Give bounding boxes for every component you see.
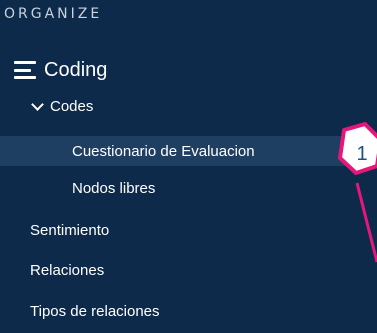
sidebar-item-cuestionario-de-evaluacion[interactable]: Cuestionario de Evaluacion [0,136,377,166]
sidebar-item-label: Relaciones [30,261,105,279]
sidebar-item-label: Nodos libres [72,179,156,197]
menu-lines-icon [14,61,36,79]
section-header: ORGANIZE [4,6,103,22]
sidebar-item-label: Cuestionario de Evaluacion [72,142,255,160]
sidebar-item-nodos-libres[interactable]: Nodos libres [0,173,377,203]
sidebar-item-label: Tipos de relaciones [30,302,160,320]
chevron-down-icon [31,97,44,111]
sidebar-item-label: Codes [50,97,94,115]
sidebar-item-label: Coding [44,58,108,81]
sidebar-item-relaciones[interactable]: Relaciones [0,255,377,285]
callout-number: 1 [356,142,368,165]
sidebar-item-label: Sentimiento [30,221,110,239]
sidebar-item-tipos-de-relaciones[interactable]: Tipos de relaciones [0,296,377,326]
sidebar-item-coding[interactable]: Coding [14,56,107,84]
sidebar-panel: ORGANIZE Coding Codes Cuestionario de Ev… [0,0,377,333]
sidebar-item-sentimiento[interactable]: Sentimiento [0,215,377,245]
sidebar-item-codes[interactable]: Codes [0,91,377,121]
